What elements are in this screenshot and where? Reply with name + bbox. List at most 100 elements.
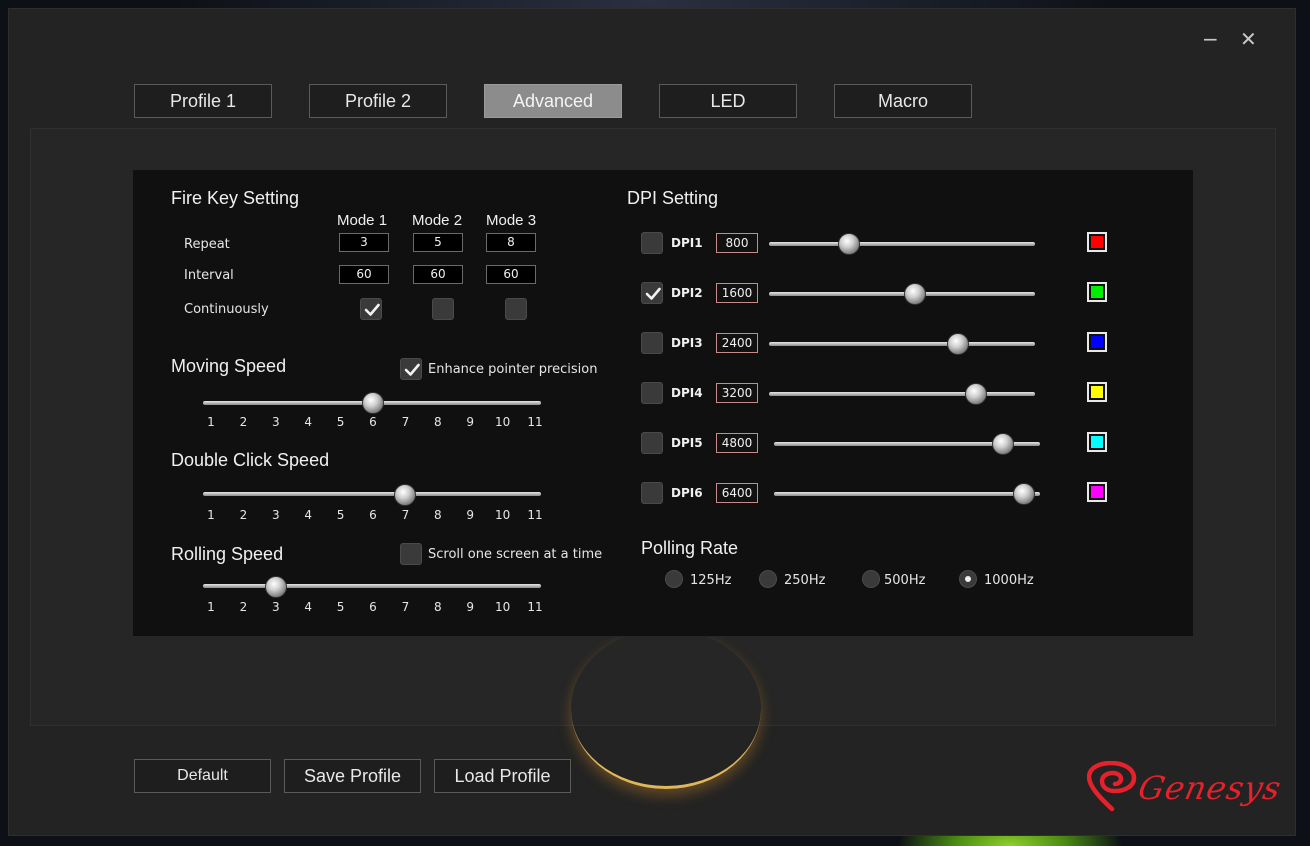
dpi6-slider[interactable] (774, 492, 1040, 496)
load-profile-button[interactable]: Load Profile (434, 759, 571, 793)
dpi3-checkbox[interactable] (641, 332, 663, 354)
tab-macro[interactable]: Macro (834, 84, 972, 118)
dpi4-slider-knob[interactable] (965, 383, 988, 405)
dpi4-checkbox[interactable] (641, 382, 663, 404)
interval-mode-1-input[interactable]: 60 (339, 265, 389, 284)
dpi2-slider[interactable] (769, 292, 1035, 296)
dpi3-label: DPI3 (671, 336, 703, 350)
tick-label: 2 (239, 415, 248, 429)
tick-label: 3 (271, 600, 280, 614)
tab-profile-1[interactable]: Profile 1 (134, 84, 272, 118)
repeat-mode-1-input[interactable]: 3 (339, 233, 389, 252)
dpi4-slider[interactable] (769, 392, 1035, 396)
dpi3-color-swatch[interactable] (1087, 332, 1107, 352)
dpi3-slider-knob[interactable] (946, 333, 969, 355)
tick-label: 4 (304, 600, 312, 614)
default-button[interactable]: Default (134, 759, 271, 793)
tick-label: 1 (207, 508, 215, 522)
app-window: − ✕ Profile 1 Profile 2 Advanced LED Mac… (8, 8, 1296, 836)
dpi2-color-swatch[interactable] (1087, 282, 1107, 302)
minimize-button[interactable]: − (1202, 29, 1219, 49)
continuously-label: Continuously (184, 302, 269, 317)
tick-label: 10 (494, 415, 511, 429)
dpi1-checkbox[interactable] (641, 232, 663, 254)
dpi6-color-swatch[interactable] (1087, 482, 1107, 502)
genesis-wordmark: Genesys (1134, 769, 1286, 807)
tick-label: 9 (466, 508, 474, 522)
mode-2-header: Mode 2 (412, 212, 463, 229)
polling-1000hz-radio[interactable] (959, 570, 977, 588)
save-profile-button[interactable]: Save Profile (284, 759, 421, 793)
tick-label: 6 (369, 415, 377, 429)
moving-speed-title: Moving Speed (171, 356, 287, 376)
dpi5-checkbox[interactable] (641, 432, 663, 454)
dpi1-value-input[interactable]: 800 (716, 233, 758, 253)
dpi6-label: DPI6 (671, 486, 703, 500)
tick-label: 10 (494, 508, 511, 522)
tick-label: 6 (369, 508, 377, 522)
tick-label: 5 (336, 508, 345, 522)
tab-led[interactable]: LED (659, 84, 797, 118)
checkmark-icon (364, 303, 380, 316)
continuously-mode-3-checkbox[interactable] (505, 298, 527, 320)
moving-speed-knob[interactable] (362, 392, 384, 414)
checkmark-icon (645, 287, 661, 300)
moving-speed-ticks: 1 2 3 4 5 6 7 8 9 10 11 (133, 415, 633, 431)
tick-label: 4 (304, 508, 312, 522)
polling-500hz-radio[interactable] (862, 570, 880, 588)
dpi6-value-input[interactable]: 6400 (716, 483, 758, 503)
dpi-title: DPI Setting (627, 188, 719, 208)
repeat-mode-3-input[interactable]: 8 (486, 233, 536, 252)
double-click-slider[interactable] (203, 492, 541, 496)
tick-label: 11 (527, 600, 543, 614)
tick-label: 11 (527, 508, 543, 522)
double-click-title: Double Click Speed (171, 450, 330, 470)
dpi6-checkbox[interactable] (641, 482, 663, 504)
polling-250hz-radio[interactable] (759, 570, 777, 588)
interval-mode-3-input[interactable]: 60 (486, 265, 536, 284)
rolling-speed-knob[interactable] (264, 576, 287, 598)
tick-label: 1 (207, 415, 215, 429)
dpi6-slider-knob[interactable] (1013, 483, 1036, 505)
dpi5-color-swatch[interactable] (1087, 432, 1107, 452)
tick-label: 10 (494, 600, 511, 614)
dpi1-slider[interactable] (769, 242, 1035, 246)
continuously-mode-2-checkbox[interactable] (432, 298, 454, 320)
close-button[interactable]: ✕ (1240, 29, 1257, 49)
tick-label: 6 (369, 600, 377, 614)
tab-profile-2[interactable]: Profile 2 (309, 84, 447, 118)
tick-label: 3 (271, 415, 280, 429)
dpi1-label: DPI1 (671, 236, 703, 250)
mode-3-header: Mode 3 (486, 212, 537, 229)
tab-advanced[interactable]: Advanced (484, 84, 622, 118)
dpi4-color-swatch[interactable] (1087, 382, 1107, 402)
tick-label: 2 (239, 600, 248, 614)
interval-mode-2-input[interactable]: 60 (413, 265, 463, 284)
rolling-speed-slider[interactable] (203, 584, 541, 588)
repeat-label: Repeat (184, 237, 230, 252)
dpi1-color-swatch[interactable] (1087, 232, 1107, 252)
dpi1-slider-knob[interactable] (837, 233, 860, 255)
dpi3-value-input[interactable]: 2400 (716, 333, 758, 353)
continuously-mode-1-checkbox[interactable] (360, 298, 382, 320)
polling-1000hz-label: 1000Hz (984, 573, 1034, 588)
advanced-settings-panel: Fire Key Setting Mode 1 Mode 2 Mode 3 Re… (132, 169, 1194, 637)
repeat-mode-2-input[interactable]: 5 (413, 233, 463, 252)
polling-500hz-label: 500Hz (884, 573, 926, 588)
dpi5-value-input[interactable]: 4800 (716, 433, 758, 453)
tick-label: 3 (271, 508, 280, 522)
scroll-one-screen-checkbox[interactable] (400, 543, 422, 565)
dpi5-slider-knob[interactable] (991, 433, 1014, 455)
enhance-precision-checkbox[interactable] (400, 358, 422, 380)
dpi2-slider-knob[interactable] (904, 283, 927, 305)
dpi2-checkbox[interactable] (641, 282, 663, 304)
dpi3-slider[interactable] (769, 342, 1035, 346)
polling-125hz-radio[interactable] (665, 570, 683, 588)
double-click-knob[interactable] (394, 484, 417, 506)
dpi4-value-input[interactable]: 3200 (716, 383, 758, 403)
scroll-one-screen-label: Scroll one screen at a time (428, 547, 603, 562)
mode-1-header: Mode 1 (337, 212, 388, 229)
fire-key-title: Fire Key Setting (171, 188, 300, 208)
tick-label: 7 (401, 508, 410, 522)
dpi2-value-input[interactable]: 1600 (716, 283, 758, 303)
